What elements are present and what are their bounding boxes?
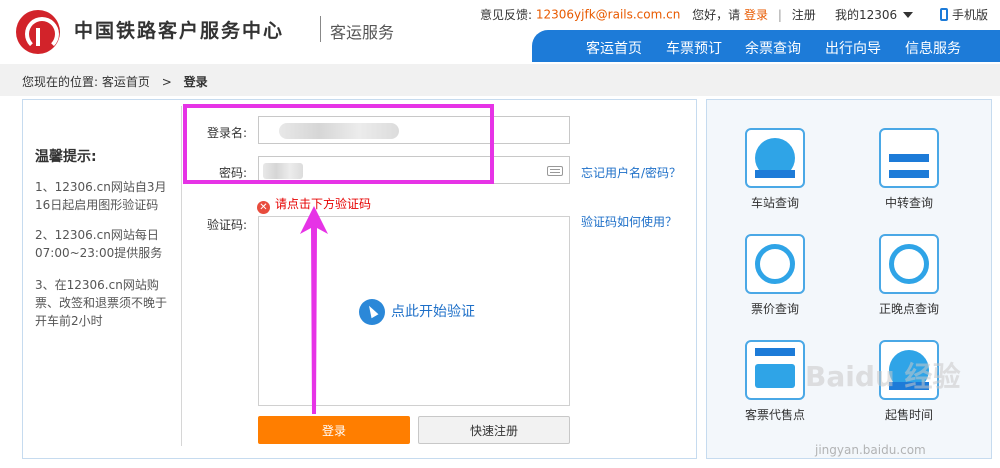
service-label: 起售时间 bbox=[884, 408, 933, 422]
panel-divider bbox=[181, 106, 182, 446]
tip-item: 3、在12306.cn网站购票、改签和退票须不晚于开车前2小时 bbox=[35, 278, 168, 328]
railway-logo-icon[interactable] bbox=[16, 10, 60, 54]
annotation-highlight-box bbox=[183, 104, 494, 184]
station-icon bbox=[745, 128, 805, 188]
greeting-text: 您好，请 bbox=[692, 8, 741, 22]
breadcrumb: 您现在的位置: 客运首页 > 登录 bbox=[22, 73, 208, 90]
link-separator: | bbox=[777, 7, 782, 22]
quick-services-panel: 车站查询 中转查询 票价查询 正晚点查询 客票代售点 起售时间 bbox=[706, 99, 992, 459]
my-account-menu[interactable]: 我的12306 bbox=[835, 6, 914, 23]
breadcrumb-prefix: 您现在的位置: bbox=[22, 75, 99, 89]
captcha-help-link[interactable]: 验证码如何使用？ bbox=[581, 213, 677, 230]
tip-item: 1、12306.cn网站自3月16日起启用图形验证码 bbox=[35, 180, 167, 212]
register-link[interactable]: 注册 bbox=[792, 8, 816, 22]
start-verification-button[interactable]: 点此开始验证 bbox=[359, 299, 475, 325]
baidu-watermark: Baidu 经验 bbox=[805, 360, 961, 393]
mobile-version-link[interactable]: 手机版 bbox=[940, 6, 988, 23]
nav-item-booking[interactable]: 车票预订 bbox=[666, 38, 722, 58]
service-label: 票价查询 bbox=[750, 302, 799, 316]
start-verification-label: 点此开始验证 bbox=[391, 304, 475, 320]
tips-title: 温馨提示: bbox=[35, 149, 97, 165]
login-button[interactable]: 登录 bbox=[258, 416, 410, 444]
service-label: 中转查询 bbox=[884, 196, 933, 210]
captcha-label: 验证码: bbox=[206, 218, 247, 232]
service-label: 车站查询 bbox=[750, 196, 799, 210]
breadcrumb-bar: 您现在的位置: 客运首页 > 登录 bbox=[0, 64, 1000, 96]
forgot-password-link[interactable]: 忘记用户名/密码？ bbox=[581, 164, 681, 181]
breadcrumb-home-link[interactable]: 客运首页 bbox=[102, 75, 150, 89]
error-x-icon: ✕ bbox=[257, 201, 270, 214]
service-fare-query[interactable]: 票价查询 bbox=[725, 234, 825, 317]
cursor-click-icon bbox=[359, 299, 385, 325]
nav-item-remaining[interactable]: 余票查询 bbox=[745, 38, 801, 58]
nav-item-info[interactable]: 信息服务 bbox=[905, 38, 961, 58]
title-divider bbox=[320, 16, 321, 42]
login-link[interactable]: 登录 bbox=[744, 8, 768, 22]
quick-register-button[interactable]: 快速注册 bbox=[418, 416, 570, 444]
tip-item: 2、12306.cn网站每日07:00~23:00提供服务 bbox=[35, 228, 163, 260]
nav-item-home[interactable]: 客运首页 bbox=[586, 38, 642, 58]
chevron-down-icon bbox=[903, 11, 914, 18]
site-title[interactable]: 中国铁路客户服务中心 bbox=[74, 16, 284, 43]
annotation-arrow-icon bbox=[300, 206, 328, 414]
breadcrumb-separator: > bbox=[161, 75, 172, 89]
fare-search-icon bbox=[745, 234, 805, 294]
service-delay-query[interactable]: 正晚点查询 bbox=[859, 234, 959, 317]
service-transfer-query[interactable]: 中转查询 bbox=[859, 128, 959, 211]
my-account-label: 我的12306 bbox=[835, 8, 898, 22]
baidu-watermark-url: jingyan.baidu.com bbox=[815, 443, 926, 457]
ticket-agent-icon bbox=[745, 340, 805, 400]
transfer-icon bbox=[879, 128, 939, 188]
header: 中国铁路客户服务中心 客运服务 意见反馈: 12306yjfk@rails.co… bbox=[0, 0, 1000, 62]
mobile-label: 手机版 bbox=[952, 8, 989, 22]
clock-icon bbox=[879, 234, 939, 294]
phone-icon bbox=[940, 8, 948, 21]
service-station-query[interactable]: 车站查询 bbox=[725, 128, 825, 211]
main-nav: 客运首页 车票预订 余票查询 出行向导 信息服务 bbox=[532, 30, 1000, 62]
breadcrumb-current: 登录 bbox=[183, 75, 208, 89]
top-utility-bar: 意见反馈: 12306yjfk@rails.com.cn 您好，请 登录 | 注… bbox=[480, 6, 988, 23]
service-label: 客票代售点 bbox=[744, 408, 805, 422]
nav-item-guide[interactable]: 出行向导 bbox=[825, 38, 881, 58]
feedback-label: 意见反馈: bbox=[480, 8, 533, 22]
feedback-email-link[interactable]: 12306yjfk@rails.com.cn bbox=[536, 8, 680, 22]
keyboard-icon[interactable] bbox=[547, 166, 563, 176]
service-label: 正晚点查询 bbox=[878, 302, 939, 316]
site-subtitle: 客运服务 bbox=[330, 23, 395, 42]
